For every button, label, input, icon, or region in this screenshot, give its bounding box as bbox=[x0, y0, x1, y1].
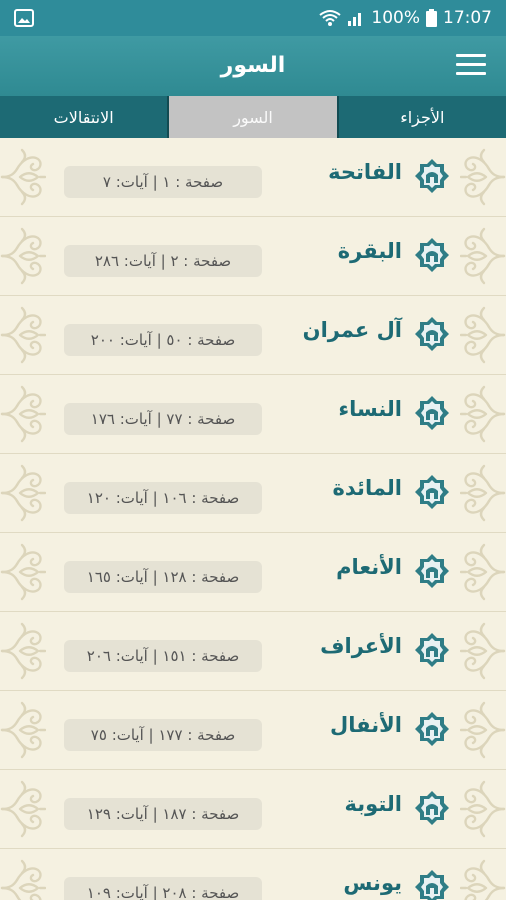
sura-name: الأنعام bbox=[336, 555, 402, 579]
battery-level: 100% bbox=[371, 8, 420, 28]
menu-icon-line bbox=[456, 72, 486, 75]
list-item[interactable]: يونس صفحة : ٢٠٨ | آيات: ١٠٩ bbox=[0, 849, 506, 900]
ornament-icon bbox=[460, 381, 506, 447]
ornament-icon bbox=[0, 697, 46, 763]
list-item[interactable]: البقرة صفحة : ٢ | آيات: ٢٨٦ bbox=[0, 217, 506, 296]
ornament-icon bbox=[460, 144, 506, 210]
sura-icon bbox=[414, 237, 450, 275]
sura-info: صفحة : ١٠٦ | آيات: ١٢٠ bbox=[64, 482, 262, 514]
list-item[interactable]: المائدة صفحة : ١٠٦ | آيات: ١٢٠ bbox=[0, 454, 506, 533]
ornament-icon bbox=[460, 618, 506, 684]
sura-name: الأنفال bbox=[330, 713, 402, 737]
ornament-icon bbox=[0, 539, 46, 605]
sura-name: الفاتحة bbox=[328, 160, 402, 184]
list-item[interactable]: الفاتحة صفحة : ١ | آيات: ٧ bbox=[0, 138, 506, 217]
sura-icon bbox=[414, 474, 450, 512]
sura-name: النساء bbox=[338, 397, 402, 421]
clock: 17:07 bbox=[443, 8, 492, 28]
menu-button[interactable] bbox=[456, 54, 486, 78]
tab-suras[interactable]: السور bbox=[167, 96, 337, 138]
sura-icon bbox=[414, 158, 450, 196]
sura-info: صفحة : ٢ | آيات: ٢٨٦ bbox=[64, 245, 262, 277]
list-item[interactable]: التوبة صفحة : ١٨٧ | آيات: ١٢٩ bbox=[0, 770, 506, 849]
ornament-icon bbox=[0, 144, 46, 210]
status-right: 100% 17:07 bbox=[319, 8, 492, 28]
signal-icon bbox=[348, 13, 362, 26]
sura-icon bbox=[414, 395, 450, 433]
menu-icon-line bbox=[456, 63, 486, 66]
ornament-icon bbox=[0, 460, 46, 526]
list-item[interactable]: الأعراف صفحة : ١٥١ | آيات: ٢٠٦ bbox=[0, 612, 506, 691]
sura-info: صفحة : ١٥١ | آيات: ٢٠٦ bbox=[64, 640, 262, 672]
ornament-icon bbox=[460, 855, 506, 900]
sura-info: صفحة : ٧٧ | آيات: ١٧٦ bbox=[64, 403, 262, 435]
ornament-icon bbox=[460, 223, 506, 289]
ornament-icon bbox=[0, 618, 46, 684]
list-item[interactable]: النساء صفحة : ٧٧ | آيات: ١٧٦ bbox=[0, 375, 506, 454]
gallery-icon bbox=[14, 9, 34, 27]
ornament-icon bbox=[0, 223, 46, 289]
ornament-icon bbox=[0, 855, 46, 900]
page-title: السور bbox=[220, 53, 286, 78]
sura-info: صفحة : ٢٠٨ | آيات: ١٠٩ bbox=[64, 877, 262, 900]
list-item[interactable]: الأنعام صفحة : ١٢٨ | آيات: ١٦٥ bbox=[0, 533, 506, 612]
sura-name: التوبة bbox=[344, 792, 402, 816]
sura-icon bbox=[414, 869, 450, 900]
sura-name: آل عمران bbox=[302, 318, 402, 342]
sura-info: صفحة : ١٨٧ | آيات: ١٢٩ bbox=[64, 798, 262, 830]
list-item[interactable]: آل عمران صفحة : ٥٠ | آيات: ٢٠٠ bbox=[0, 296, 506, 375]
list-item[interactable]: الأنفال صفحة : ١٧٧ | آيات: ٧٥ bbox=[0, 691, 506, 770]
ornament-icon bbox=[0, 302, 46, 368]
ornament-icon bbox=[460, 539, 506, 605]
sura-name: البقرة bbox=[337, 239, 402, 263]
sura-icon bbox=[414, 316, 450, 354]
ornament-icon bbox=[460, 697, 506, 763]
tab-bar: الأجزاء السور الانتقالات bbox=[0, 96, 506, 140]
sura-name: المائدة bbox=[332, 476, 402, 500]
sura-info: صفحة : ١٢٨ | آيات: ١٦٥ bbox=[64, 561, 262, 593]
app-bar: السور bbox=[0, 36, 506, 96]
sura-info: صفحة : ١٧٧ | آيات: ٧٥ bbox=[64, 719, 262, 751]
sura-icon bbox=[414, 632, 450, 670]
sura-info: صفحة : ١ | آيات: ٧ bbox=[64, 166, 262, 198]
tab-bookmarks[interactable]: الانتقالات bbox=[0, 96, 167, 138]
ornament-icon bbox=[460, 776, 506, 842]
ornament-icon bbox=[460, 302, 506, 368]
sura-name: يونس bbox=[343, 871, 402, 895]
ornament-icon bbox=[0, 381, 46, 447]
battery-icon bbox=[426, 9, 437, 27]
tab-juz[interactable]: الأجزاء bbox=[336, 96, 506, 138]
sura-icon bbox=[414, 553, 450, 591]
sura-list: الفاتحة صفحة : ١ | آيات: ٧ البقرة صفحة :… bbox=[0, 138, 506, 900]
sura-info: صفحة : ٥٠ | آيات: ٢٠٠ bbox=[64, 324, 262, 356]
status-left bbox=[14, 9, 34, 27]
ornament-icon bbox=[0, 776, 46, 842]
ornament-icon bbox=[460, 460, 506, 526]
status-bar: 100% 17:07 bbox=[0, 0, 506, 36]
sura-name: الأعراف bbox=[320, 634, 402, 658]
sura-icon bbox=[414, 711, 450, 749]
sura-icon bbox=[414, 790, 450, 828]
wifi-icon bbox=[319, 10, 342, 26]
menu-icon-line bbox=[456, 54, 486, 57]
